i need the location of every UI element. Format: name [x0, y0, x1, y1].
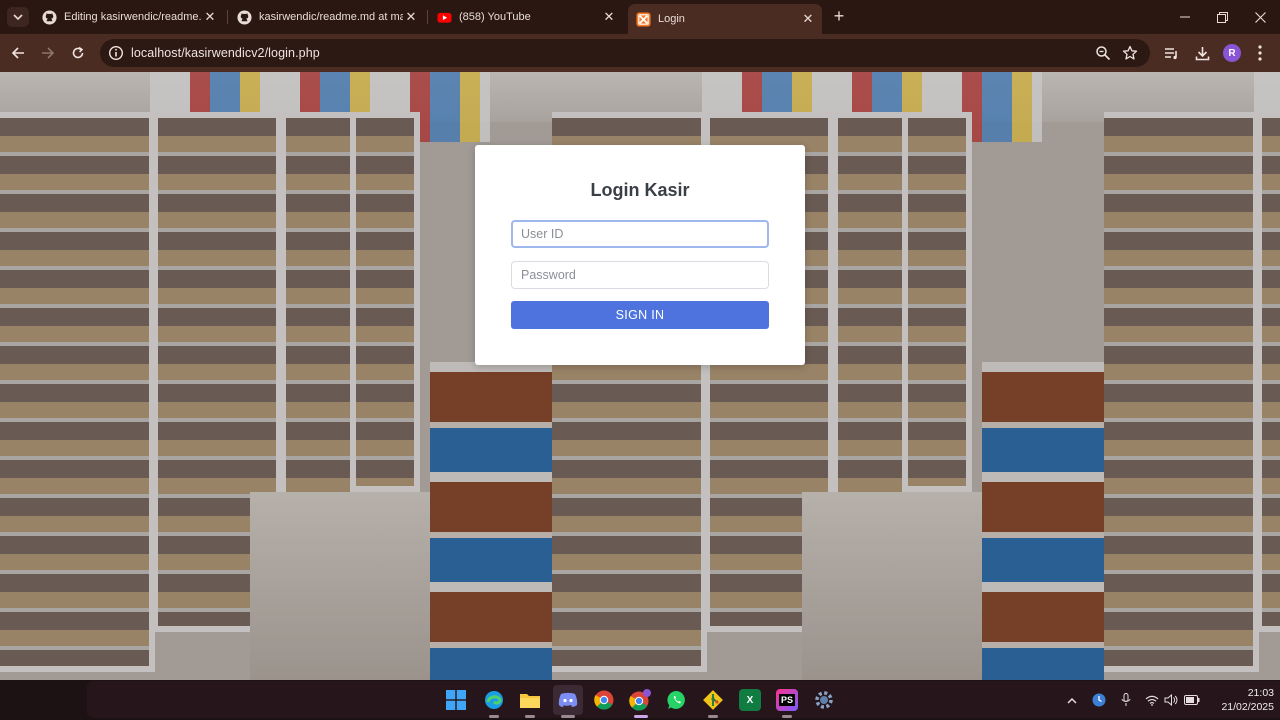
tab-divider — [227, 10, 228, 24]
tab-strip: Editing kasirwendic/readme.md ✕ kasirwen… — [0, 0, 1280, 34]
restore-button[interactable] — [1204, 6, 1240, 28]
restore-icon — [1216, 11, 1228, 23]
tab-login[interactable]: Login ✕ — [628, 4, 822, 34]
tab-title: kasirwendic/readme.md at main — [259, 11, 403, 23]
login-card: Login Kasir SIGN IN — [475, 145, 805, 365]
app-running-indicator — [525, 715, 535, 718]
youtube-icon — [437, 12, 452, 23]
arrow-left-icon — [11, 47, 24, 59]
tab-editing-readme[interactable]: Editing kasirwendic/readme.md ✕ — [34, 4, 224, 30]
browser-toolbar: localhost/kasirwendicv2/login.php R — [0, 34, 1280, 72]
app-running-indicator — [561, 715, 575, 718]
tab-readme-main[interactable]: kasirwendic/readme.md at main ✕ — [229, 4, 425, 30]
user-id-input[interactable] — [511, 220, 769, 248]
password-input[interactable] — [511, 261, 769, 289]
close-tab-icon[interactable]: ✕ — [601, 9, 617, 25]
reload-icon — [72, 46, 84, 59]
whatsapp-icon[interactable] — [666, 689, 688, 711]
tab-search-button[interactable] — [7, 7, 29, 27]
tab-title: Login — [658, 13, 685, 25]
volume-icon[interactable] — [1163, 692, 1179, 708]
close-tab-icon[interactable]: ✕ — [403, 9, 419, 25]
sign-in-button[interactable]: SIGN IN — [511, 301, 769, 329]
close-icon — [1254, 11, 1266, 23]
zoom-icon[interactable] — [1095, 45, 1111, 61]
app-running-indicator — [489, 715, 499, 718]
clock-app-icon[interactable] — [1091, 692, 1107, 708]
github-icon — [42, 9, 57, 25]
close-window-button[interactable] — [1242, 6, 1278, 28]
chevron-up-icon[interactable] — [1064, 692, 1080, 708]
edge-icon[interactable] — [483, 689, 505, 711]
arrow-right-icon — [42, 47, 55, 59]
bookmark-star-icon[interactable] — [1122, 45, 1138, 61]
settings-icon[interactable] — [813, 689, 835, 711]
tab-title: Editing kasirwendic/readme.md — [64, 11, 202, 23]
file-explorer-icon[interactable] — [519, 689, 541, 711]
discord-icon[interactable] — [553, 685, 583, 715]
microphone-icon[interactable] — [1118, 692, 1134, 708]
more-vertical-icon — [1258, 45, 1262, 61]
battery-icon[interactable] — [1184, 692, 1200, 708]
xampp-icon — [636, 11, 651, 27]
login-title: Login Kasir — [590, 180, 690, 200]
app-running-indicator — [708, 715, 718, 718]
app-running-indicator — [634, 715, 648, 718]
new-tab-button[interactable]: + — [830, 7, 848, 26]
profile-avatar[interactable]: R — [1223, 44, 1241, 62]
forward-button[interactable] — [37, 42, 59, 64]
reading-list-button[interactable] — [1162, 43, 1182, 63]
wifi-icon[interactable] — [1144, 692, 1160, 708]
taskbar-clock[interactable]: 21:03 21/02/2025 — [1214, 686, 1274, 714]
chevron-down-icon — [13, 14, 23, 21]
downloads-button[interactable] — [1192, 43, 1212, 63]
excel-icon[interactable]: X — [739, 689, 761, 711]
chrome-icon[interactable] — [593, 689, 615, 711]
tab-youtube[interactable]: (858) YouTube ✕ — [429, 4, 623, 30]
close-tab-icon[interactable]: ✕ — [202, 9, 218, 25]
download-icon — [1195, 46, 1209, 60]
windows-start-icon[interactable] — [445, 689, 467, 711]
playlist-icon — [1165, 48, 1177, 60]
address-bar[interactable]: localhost/kasirwendicv2/login.php — [100, 39, 1150, 67]
back-button[interactable] — [7, 42, 29, 64]
git-icon[interactable] — [702, 689, 724, 711]
minimize-icon — [1180, 16, 1190, 18]
app-running-indicator — [782, 715, 792, 718]
tab-divider — [427, 10, 428, 24]
tab-title: (858) YouTube — [459, 11, 531, 23]
minimize-button[interactable] — [1167, 6, 1203, 28]
reload-button[interactable] — [67, 42, 89, 64]
github-icon — [237, 9, 252, 25]
phpstorm-icon[interactable]: PS — [776, 689, 798, 711]
site-info-icon[interactable] — [108, 45, 124, 61]
browser-menu-button[interactable] — [1250, 43, 1270, 63]
clock-date: 21/02/2025 — [1221, 701, 1274, 713]
chrome-profile-icon[interactable] — [629, 689, 651, 711]
clock-time: 21:03 — [1247, 687, 1274, 699]
page-viewport: Login Kasir SIGN IN — [0, 72, 1280, 680]
url-text: localhost/kasirwendicv2/login.php — [131, 46, 320, 60]
close-tab-icon[interactable]: ✕ — [800, 11, 816, 27]
